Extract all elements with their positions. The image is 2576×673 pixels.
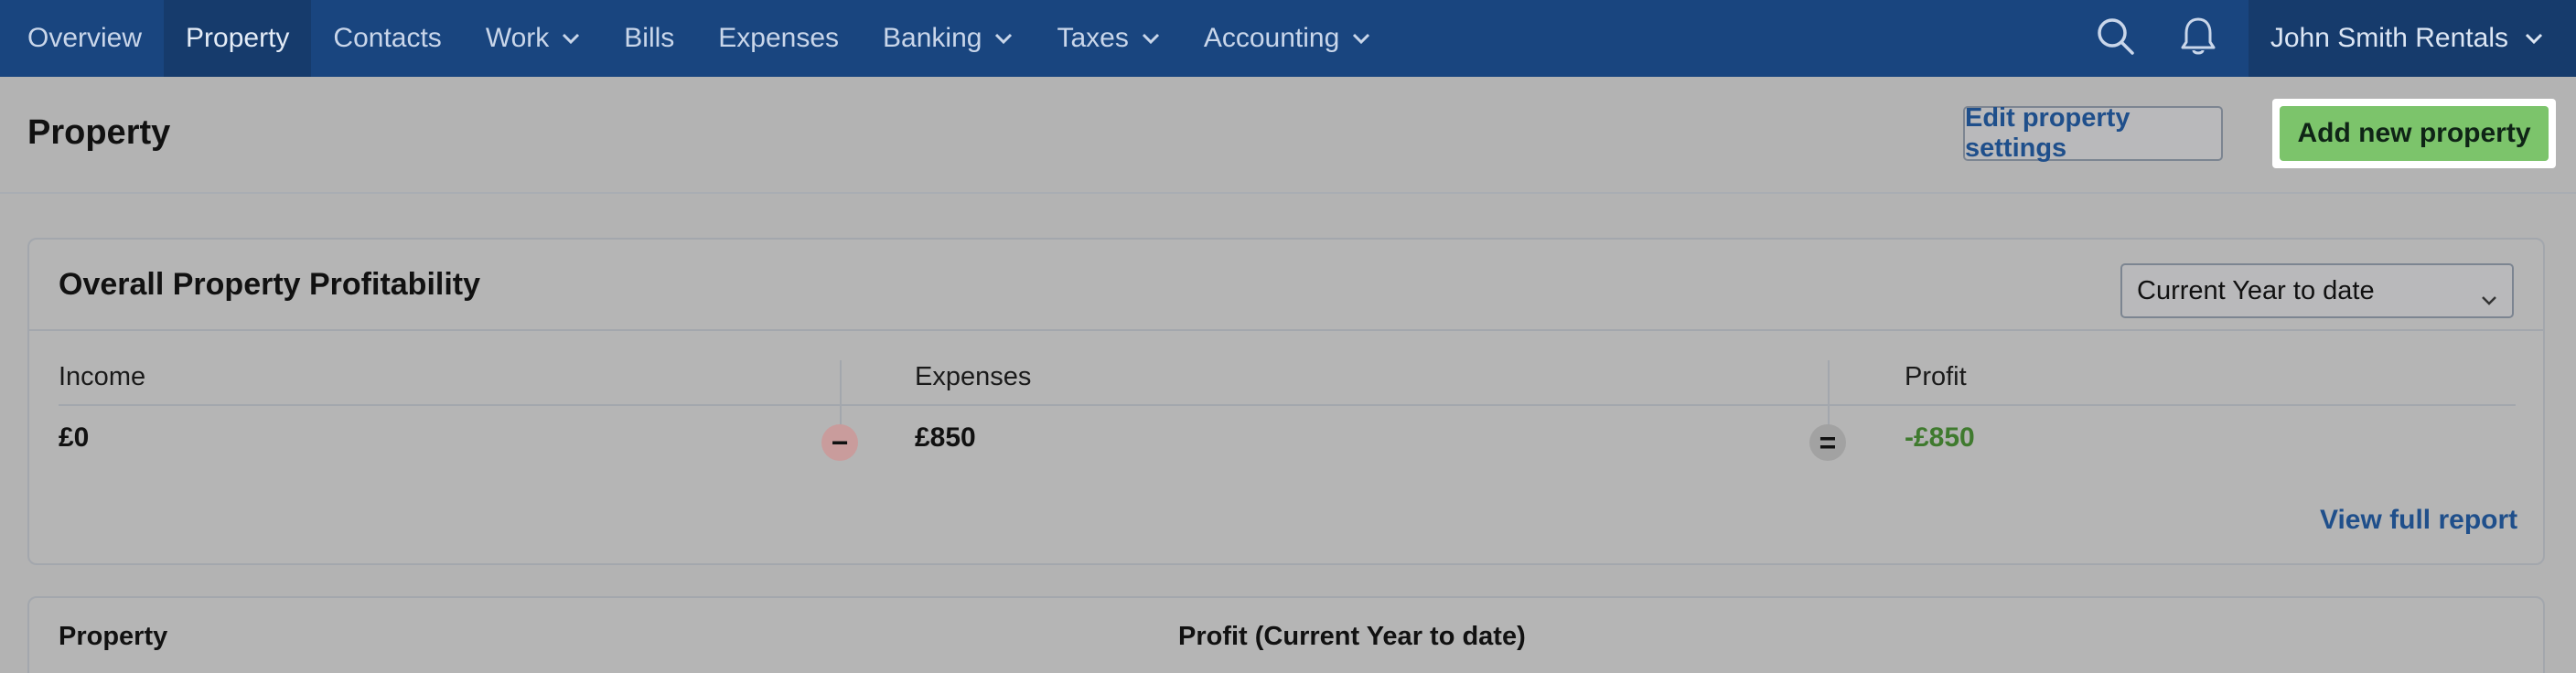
income-value: £0 — [59, 422, 90, 453]
nav-item-label: Work — [485, 23, 550, 53]
column-separator — [1828, 360, 1830, 432]
search-icon — [2096, 16, 2136, 61]
account-name: John Smith Rentals — [2270, 23, 2508, 53]
chevron-down-icon — [562, 33, 580, 44]
page-title: Property — [27, 113, 171, 152]
equals-icon: = — [1809, 424, 1846, 461]
bell-icon — [2180, 16, 2216, 62]
nav-item-accounting[interactable]: Accounting — [1182, 0, 1392, 77]
nav-item-label: Contacts — [333, 23, 442, 53]
nav-item-label: Overview — [27, 23, 143, 53]
add-new-property-button[interactable]: Add new property — [2280, 106, 2549, 161]
column-separator — [840, 360, 842, 432]
chevron-down-icon — [1352, 33, 1370, 44]
profitability-card: Overall Property Profitability Current Y… — [27, 238, 2545, 565]
nav-item-label: Expenses — [718, 23, 840, 53]
view-full-report-link[interactable]: View full report — [2320, 505, 2517, 536]
period-select[interactable]: Current Year to date — [2120, 263, 2514, 318]
expenses-label: Expenses — [915, 362, 1032, 391]
column-header-property: Property — [59, 622, 168, 651]
nav-item-taxes[interactable]: Taxes — [1035, 0, 1181, 77]
nav-item-label: Taxes — [1057, 23, 1129, 53]
minus-icon: − — [821, 424, 858, 461]
divider — [29, 329, 2543, 331]
divider — [59, 404, 2516, 406]
nav-item-work[interactable]: Work — [464, 0, 602, 77]
income-label: Income — [59, 362, 146, 391]
nav-item-expenses[interactable]: Expenses — [696, 0, 861, 77]
chevron-down-icon — [1142, 33, 1160, 44]
page-header: Property Edit property settings Add new … — [0, 77, 2576, 194]
card-title: Overall Property Profitability — [59, 267, 481, 302]
nav-item-property[interactable]: Property — [164, 0, 312, 77]
nav-right-group: John Smith Rentals — [2075, 0, 2576, 77]
add-property-highlight: Add new property — [2272, 99, 2556, 168]
chevron-down-icon — [2525, 33, 2543, 44]
property-table-card: Property Profit (Current Year to date) — [27, 596, 2545, 673]
nav-item-label: Accounting — [1203, 23, 1340, 53]
search-button[interactable] — [2075, 0, 2157, 77]
chevron-down-icon — [994, 33, 1013, 44]
expenses-value: £850 — [915, 422, 976, 453]
nav-item-banking[interactable]: Banking — [861, 0, 1035, 77]
profit-label: Profit — [1905, 362, 1967, 391]
nav-item-contacts[interactable]: Contacts — [311, 0, 463, 77]
nav-item-label: Bills — [624, 23, 675, 53]
period-select-value: Current Year to date — [2137, 275, 2375, 305]
chevron-down-icon — [2481, 283, 2497, 314]
nav-item-label: Property — [186, 23, 290, 53]
nav-item-bills[interactable]: Bills — [602, 0, 696, 77]
column-header-profit: Profit (Current Year to date) — [1178, 622, 1526, 651]
account-menu[interactable]: John Smith Rentals — [2248, 0, 2576, 77]
edit-property-settings-button[interactable]: Edit property settings — [1963, 103, 2223, 163]
profit-value: -£850 — [1905, 422, 1975, 453]
nav-item-overview[interactable]: Overview — [0, 0, 164, 77]
nav-item-label: Banking — [883, 23, 982, 53]
notifications-button[interactable] — [2157, 0, 2239, 77]
top-navigation: Overview Property Contacts Work Bills Ex… — [0, 0, 2576, 77]
